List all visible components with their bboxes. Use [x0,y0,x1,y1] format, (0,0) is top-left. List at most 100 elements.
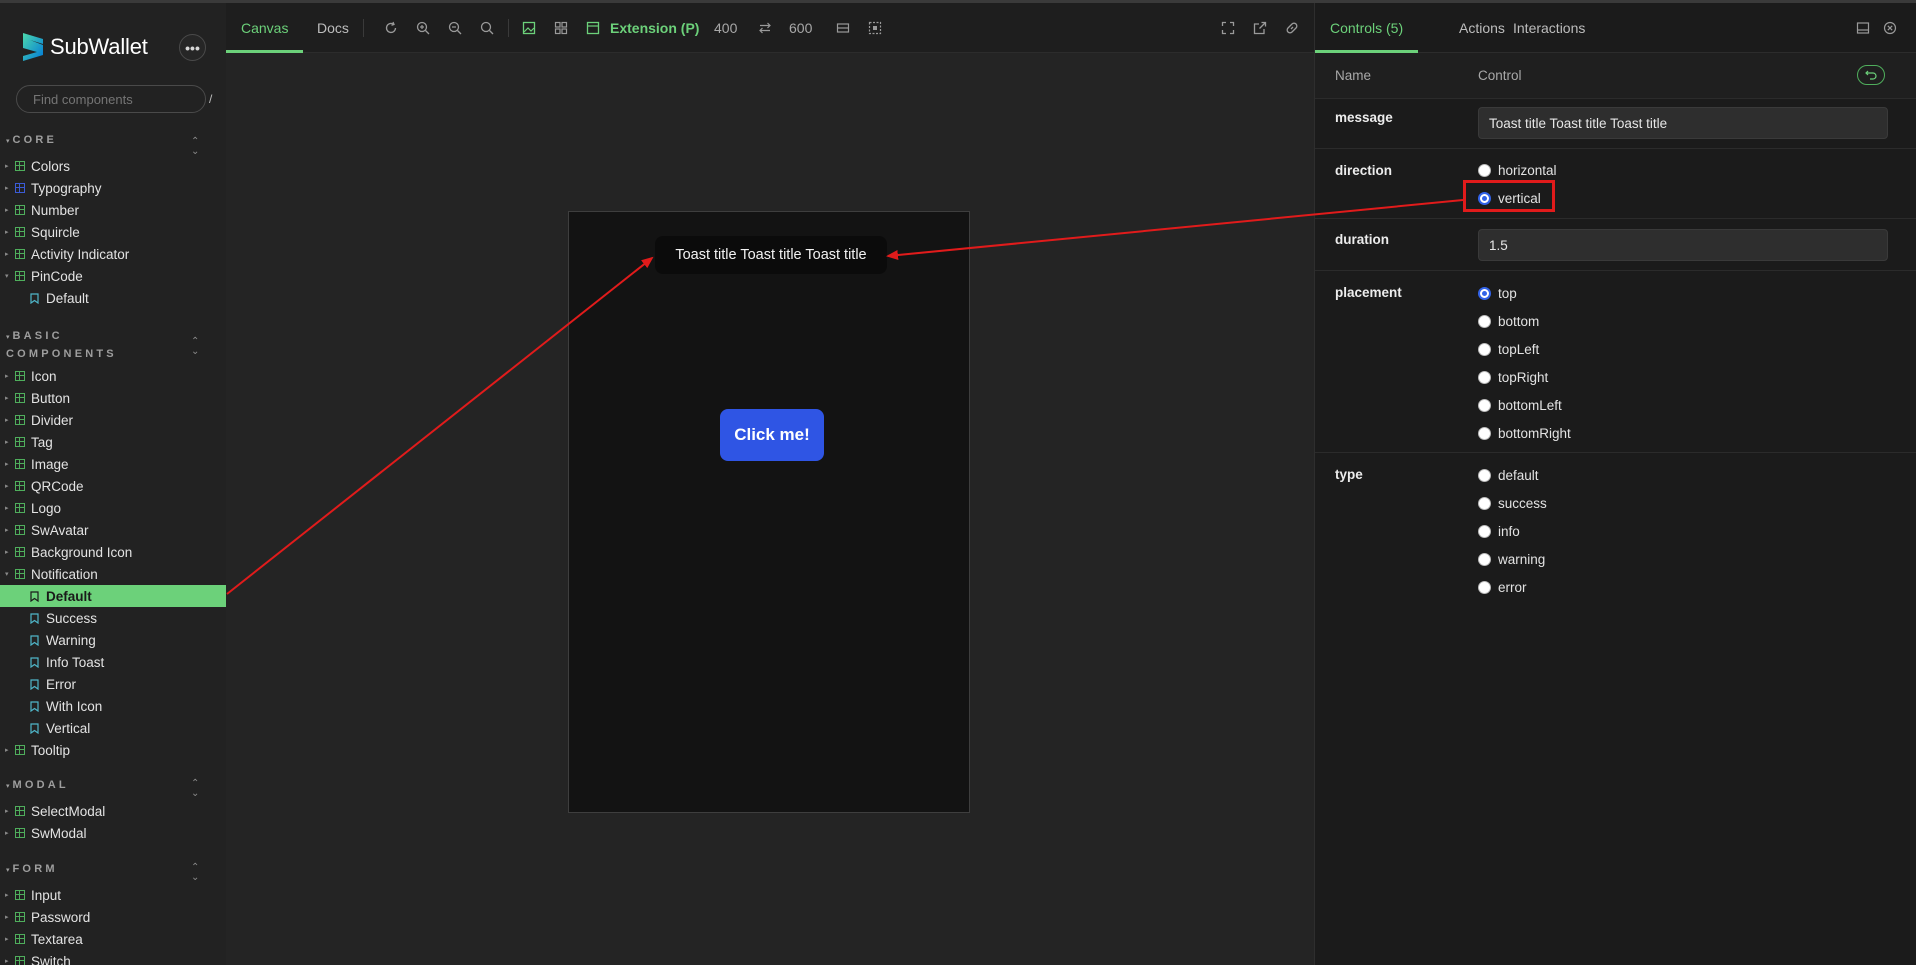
sidebar-item-input[interactable]: ▸ Input [0,884,226,906]
sidebar-item-tag[interactable]: ▸ Tag [0,431,226,453]
tab-interactions[interactable]: Interactions [1513,3,1585,53]
radio-icon [1478,468,1491,482]
fullscreen-icon[interactable] [1218,18,1238,38]
copy-link-icon[interactable] [1282,18,1302,38]
swap-dimensions-icon[interactable] [755,18,775,38]
radio-type-default[interactable]: default [1478,466,1539,484]
expand-collapse-icon[interactable]: ⌃ ⌄ [191,779,202,799]
background-image-icon[interactable] [519,18,539,38]
sidebar-story-with-icon[interactable]: With Icon [0,695,226,717]
sidebar-story-info-toast[interactable]: Info Toast [0,651,226,673]
control-row-message: message [1315,99,1916,149]
item-label: Activity Indicator [31,246,130,262]
caret-right-icon: ▸ [5,207,9,214]
bookmark-icon [30,634,39,646]
section-modal[interactable]: ▾ MODAL [6,777,69,795]
reset-controls-button[interactable] [1857,65,1885,85]
sidebar-item-password[interactable]: ▸ Password [0,906,226,928]
sidebar-item-icon[interactable]: ▸ Icon [0,365,226,387]
component-icon [15,934,25,944]
sidebar-item-textarea[interactable]: ▸ Textarea [0,928,226,950]
section-basic-components[interactable]: ▾ BASIC COMPONENTS [6,328,156,362]
sidebar-item-typography[interactable]: ▸ Typography [0,177,226,199]
viewport-height[interactable]: 600 [789,3,812,53]
radio-type-warning[interactable]: warning [1478,550,1545,568]
brand[interactable]: SubWallet [20,29,148,65]
radio-placement-topright[interactable]: topRight [1478,368,1548,386]
sidebar-item-swavatar[interactable]: ▸ SwAvatar [0,519,226,541]
item-label: Typography [31,180,102,196]
sidebar-item-selectmodal[interactable]: ▸ SelectModal [0,800,226,822]
caret-right-icon: ▸ [5,185,9,192]
tab-actions[interactable]: Actions [1459,3,1505,53]
component-icon [15,459,25,469]
section-form[interactable]: ▾ FORM [6,861,58,879]
sidebar-story-warning[interactable]: Warning [0,629,226,651]
outline-icon[interactable] [865,18,885,38]
sidebar-story-pincode-default[interactable]: Default [0,287,226,309]
radio-icon [1478,496,1491,510]
sidebar-story-error[interactable]: Error [0,673,226,695]
expand-collapse-icon[interactable]: ⌃ ⌄ [191,337,202,357]
open-new-tab-icon[interactable] [1250,18,1270,38]
sidebar: SubWallet ••• / ▾CORE ⌃⌄ ▸Colors ▸ Typogr… [0,3,226,965]
click-me-button[interactable]: Click me! [720,409,824,461]
sidebar-item-pincode[interactable]: ▾ PinCode [0,265,226,287]
sidebar-story-notification-default[interactable]: Default [0,585,226,607]
component-icon [15,437,25,447]
zoom-out-icon[interactable] [445,18,465,38]
item-label: With Icon [46,698,103,714]
expand-collapse-icon[interactable]: ⌃ ⌄ [191,863,202,883]
sidebar-item-squircle[interactable]: ▸ Squircle [0,221,226,243]
close-panel-icon[interactable] [1880,18,1900,38]
sidebar-item-qrcode[interactable]: ▸ QRCode [0,475,226,497]
control-name-message: message [1335,110,1393,125]
viewport-width[interactable]: 400 [714,3,737,53]
viewport-selector[interactable]: Extension (P) [610,3,699,53]
panel-position-icon[interactable] [1853,18,1873,38]
section-core[interactable]: ▾ CORE [6,132,57,150]
tab-canvas[interactable]: Canvas [225,3,305,53]
sidebar-item-logo[interactable]: ▸ Logo [0,497,226,519]
sidebar-item-button[interactable]: ▸ Button [0,387,226,409]
sidebar-item-notification[interactable]: ▾ Notification [0,563,226,585]
more-options-button[interactable]: ••• [179,34,206,61]
search-input[interactable] [33,91,209,107]
sidebar-item-activity-indicator[interactable]: ▸ Activity Indicator [0,243,226,265]
sidebar-story-vertical[interactable]: Vertical [0,717,226,739]
radio-label: default [1498,467,1539,483]
grid-icon[interactable] [551,18,571,38]
tab-docs[interactable]: Docs [317,3,349,53]
radio-label: success [1498,495,1547,511]
sidebar-item-tooltip[interactable]: ▸ Tooltip [0,739,226,761]
radio-placement-top[interactable]: top [1478,284,1517,302]
radio-placement-bottom[interactable]: bottom [1478,312,1539,330]
radio-placement-bottomleft[interactable]: bottomLeft [1478,396,1562,414]
radio-placement-topleft[interactable]: topLeft [1478,340,1539,358]
duration-field[interactable] [1478,229,1888,261]
sidebar-story-success[interactable]: Success [0,607,226,629]
component-icon [15,828,25,838]
reload-icon[interactable] [381,18,401,38]
zoom-reset-icon[interactable] [477,18,497,38]
radio-direction-horizontal[interactable]: horizontal [1478,161,1557,179]
tab-controls[interactable]: Controls (5) [1314,3,1419,53]
radio-placement-bottomright[interactable]: bottomRight [1478,424,1571,442]
radio-type-info[interactable]: info [1478,522,1520,540]
radio-type-success[interactable]: success [1478,494,1547,512]
sidebar-item-divider[interactable]: ▸ Divider [0,409,226,431]
sidebar-item-image[interactable]: ▸ Image [0,453,226,475]
sidebar-item-colors[interactable]: ▸ Colors [0,155,226,177]
sidebar-item-switch[interactable]: ▸ Switch [0,950,226,965]
zoom-in-icon[interactable] [413,18,433,38]
measure-icon[interactable] [833,18,853,38]
search-box[interactable]: / [16,85,212,113]
sidebar-item-swmodal[interactable]: ▸ SwModal [0,822,226,844]
radio-type-error[interactable]: error [1478,578,1527,596]
message-field[interactable] [1478,107,1888,139]
expand-collapse-icon[interactable]: ⌃ ⌄ [191,137,202,157]
caret-right-icon: ▸ [5,461,9,468]
sidebar-item-background-icon[interactable]: ▸ Background Icon [0,541,226,563]
sidebar-item-number[interactable]: ▸ Number [0,199,226,221]
viewport-icon[interactable] [583,18,603,38]
